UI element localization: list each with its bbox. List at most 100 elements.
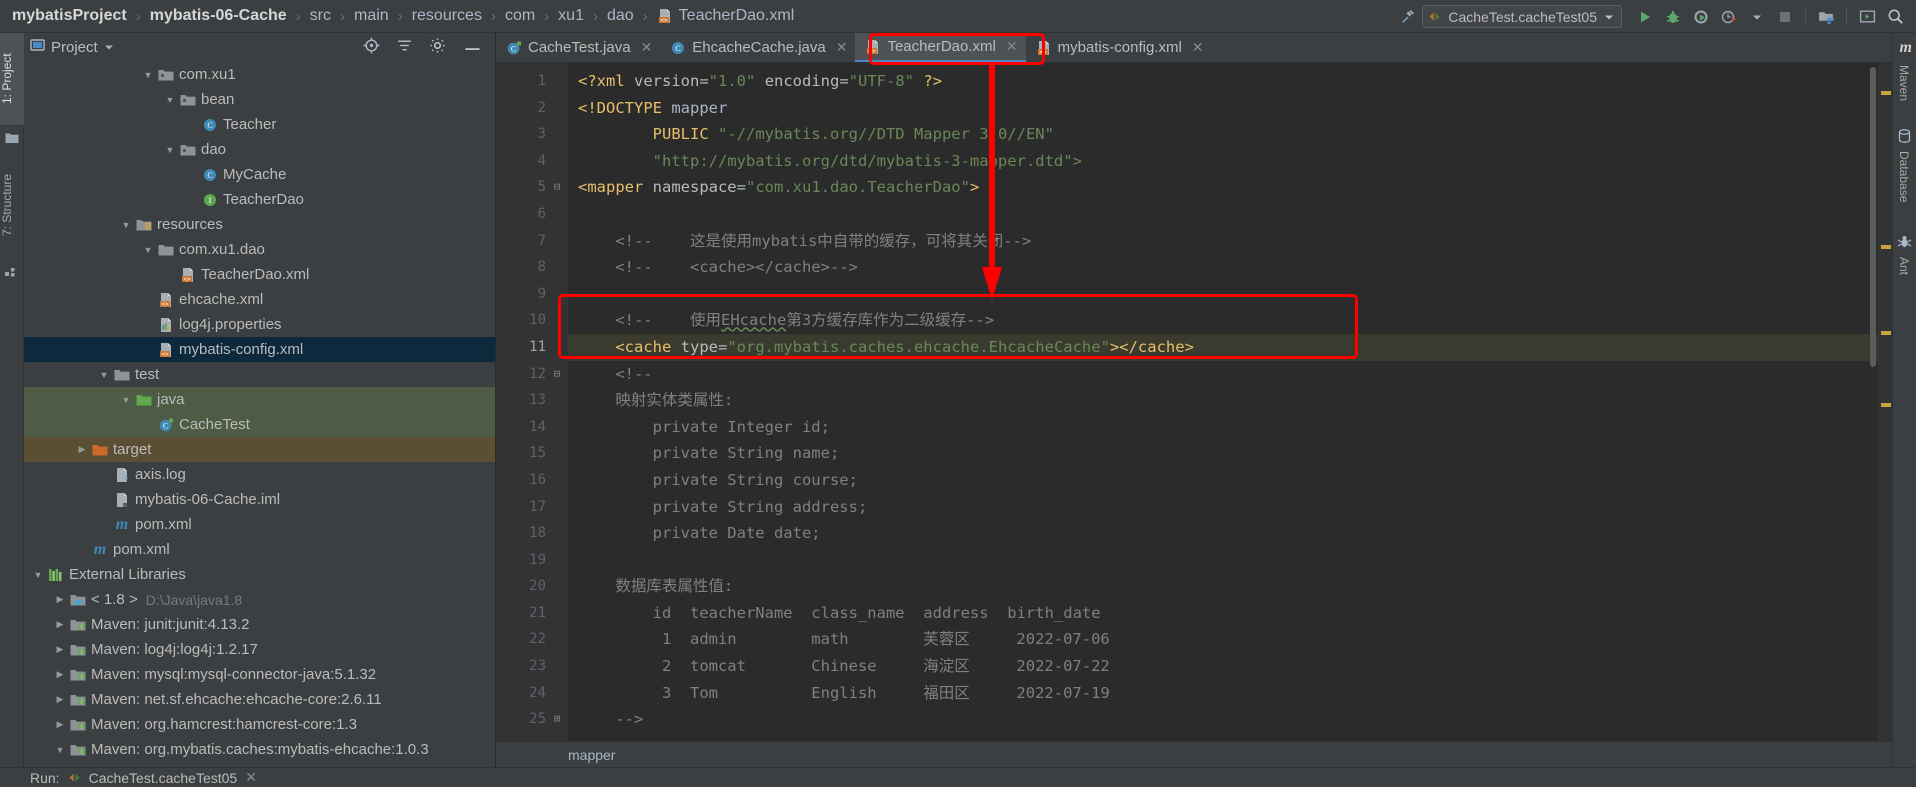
code-line[interactable]: <mapper namespace="com.xu1.dao.TeacherDa… — [568, 174, 1878, 201]
project-structure-icon[interactable] — [1813, 4, 1839, 30]
tree-node-axis.log[interactable]: ? axis.log — [24, 462, 495, 487]
close-icon[interactable]: ✕ — [1006, 38, 1018, 55]
run-configuration-selector[interactable]: CacheTest.cacheTest05 — [1422, 5, 1622, 28]
close-icon[interactable]: ✕ — [245, 769, 257, 786]
search-icon[interactable] — [1882, 4, 1908, 30]
code-line[interactable]: --> — [568, 706, 1878, 733]
breadcrumb-item-file[interactable]: <> TeacherDao.xml — [657, 7, 794, 25]
chevron-down-icon[interactable] — [104, 39, 114, 57]
hide-icon[interactable] — [464, 39, 481, 57]
collapse-all-icon[interactable] — [396, 37, 413, 59]
code-line[interactable] — [568, 201, 1878, 228]
build-icon[interactable] — [1394, 4, 1420, 30]
tree-node-com.xu1[interactable]: ▼ com.xu1 — [24, 62, 495, 87]
right-tab-database[interactable]: Database — [1892, 145, 1916, 227]
code-line[interactable]: PUBLIC "-//mybatis.org//DTD Mapper 3.0//… — [568, 121, 1878, 148]
sidebar-tab-project[interactable]: 1: Project — [0, 33, 24, 125]
warning-marker[interactable] — [1881, 245, 1891, 249]
right-tab-ant[interactable]: Ant — [1892, 251, 1916, 291]
breadcrumb-item-dao[interactable]: dao — [607, 7, 634, 25]
chevron-down-icon[interactable]: ▼ — [30, 570, 46, 580]
chevron-down-icon[interactable]: ▼ — [162, 145, 178, 155]
tree-node-maven-org.mybatis.caches-mybatis-ehcache-1.0.3[interactable]: ▼ Maven: org.mybatis.caches:mybatis-ehcac… — [24, 737, 495, 762]
project-tree[interactable]: ▼ com.xu1 ▼ bean C Teacher ▼ dao C MyCache I Teache… — [24, 62, 495, 768]
tree-node--1.8-[interactable]: ▶ < 1.8 > D:\Java\java1.8 — [24, 587, 495, 612]
tree-node-com.xu1.dao[interactable]: ▼ com.xu1.dao — [24, 237, 495, 262]
breadcrumb-item-mybatis-06-cache[interactable]: mybatis-06-Cache — [150, 7, 287, 25]
chevron-down-icon[interactable]: ▼ — [52, 745, 68, 755]
code-line[interactable]: 1 admin math 芙蓉区 2022-07-06 — [568, 626, 1878, 653]
breadcrumb-item-mybatisproject[interactable]: mybatisProject — [12, 7, 127, 25]
code-line[interactable]: 2 tomcat Chinese 海淀区 2022-07-22 — [568, 653, 1878, 680]
close-icon[interactable]: ✕ — [641, 39, 653, 56]
breadcrumb-item-src[interactable]: src — [310, 7, 331, 25]
code-line[interactable]: id teacherName class_name address birth_… — [568, 600, 1878, 627]
fold-expand-icon[interactable]: ⊞ — [551, 706, 563, 733]
code-line[interactable]: <!-- <cache></cache>--> — [568, 254, 1878, 281]
editor-tabs[interactable]: C CacheTest.java ✕ C EhcacheCache.java ✕ <> Tea… — [496, 33, 1892, 63]
warning-marker[interactable] — [1881, 91, 1891, 95]
chevron-down-icon[interactable]: ▼ — [96, 370, 112, 380]
tree-node-teacherdao.xml[interactable]: <> TeacherDao.xml — [24, 262, 495, 287]
run-bar-config-name[interactable]: CacheTest.cacheTest05 — [89, 770, 238, 786]
chevron-right-icon[interactable]: ▶ — [52, 619, 68, 630]
code-line[interactable] — [568, 547, 1878, 574]
tree-node-maven-org.hamcrest-hamcrest-core-1.3[interactable]: ▶ Maven: org.hamcrest:hamcrest-core:1.3 — [24, 712, 495, 737]
tree-node-maven-junit-junit-4.13.2[interactable]: ▶ Maven: junit:junit:4.13.2 — [24, 612, 495, 637]
chevron-right-icon[interactable]: ▶ — [52, 644, 68, 655]
editor-scrollbar-thumb[interactable] — [1870, 67, 1876, 367]
chevron-right-icon[interactable]: ▶ — [52, 669, 68, 680]
warning-marker[interactable] — [1881, 331, 1891, 335]
editor-tab-mybatis-config-xml[interactable]: <> mybatis-config.xml ✕ — [1026, 33, 1212, 62]
code-line[interactable]: <cache type="org.mybatis.caches.ehcache.… — [568, 333, 1878, 361]
debug-icon[interactable] — [1660, 4, 1686, 30]
chevron-right-icon[interactable]: ▶ — [52, 594, 68, 605]
close-icon[interactable]: ✕ — [836, 39, 848, 56]
tree-node-pom.xml[interactable]: m pom.xml — [24, 512, 495, 537]
code-line[interactable]: <!-- — [568, 361, 1878, 388]
breadcrumb-item-com[interactable]: com — [505, 7, 535, 25]
code-line[interactable]: 映射实体类属性: — [568, 387, 1878, 414]
code-line[interactable]: 3 Tom English 福田区 2022-07-19 — [568, 680, 1878, 707]
tree-node-target[interactable]: ▶ target — [24, 437, 495, 462]
code-line[interactable]: <!-- 使用EHcache第3方缓存库作为二级缓存--> — [568, 307, 1878, 334]
tree-node-pom.xml[interactable]: m pom.xml — [24, 537, 495, 562]
warning-marker[interactable] — [1881, 403, 1891, 407]
code-line[interactable] — [568, 281, 1878, 308]
chevron-down-icon[interactable]: ▼ — [162, 95, 178, 105]
tree-node-mycache[interactable]: C MyCache — [24, 162, 495, 187]
code-content[interactable]: <?xml version="1.0" encoding="UTF-8" ?> <… — [568, 63, 1878, 741]
tree-node-test[interactable]: ▼ test — [24, 362, 495, 387]
locate-icon[interactable] — [363, 37, 380, 59]
tree-node-java[interactable]: ▼ java — [24, 387, 495, 412]
code-line[interactable]: 数据库表属性值: — [568, 573, 1878, 600]
breadcrumb-item-main[interactable]: main — [354, 7, 389, 25]
tree-node-maven-log4j-log4j-1.2.17[interactable]: ▶ Maven: log4j:log4j:1.2.17 — [24, 637, 495, 662]
code-line[interactable]: private String name; — [568, 440, 1878, 467]
tree-node-maven-net.sf.ehcache-ehcache-core-2.6.11[interactable]: ▶ Maven: net.sf.ehcache:ehcache-core:2.6.… — [24, 687, 495, 712]
error-marker-bar[interactable] — [1878, 63, 1892, 741]
tree-node-external-libraries[interactable]: ▼ External Libraries — [24, 562, 495, 587]
chevron-down-icon[interactable]: ▼ — [140, 70, 156, 80]
chevron-down-icon[interactable]: ▼ — [140, 245, 156, 255]
fold-collapse-icon[interactable]: ⊟ — [551, 174, 563, 201]
profile-icon[interactable] — [1716, 4, 1742, 30]
run-icon[interactable] — [1632, 4, 1658, 30]
code-view[interactable]: 1 2 3 4 5 ⊟ 6 7 8 9 10 11 12 ⊟ 13 14 15 16 17 18 19 20 21 22 23 2… — [496, 63, 1892, 741]
tree-node-maven-mysql-mysql-connector-java-5.1.32[interactable]: ▶ Maven: mysql:mysql-connector-java:5.1.3… — [24, 662, 495, 687]
code-line[interactable]: private Date date; — [568, 520, 1878, 547]
gear-icon[interactable] — [429, 37, 446, 59]
code-line[interactable]: "http://mybatis.org/dtd/mybatis-3-mapper… — [568, 148, 1878, 175]
breadcrumb-item-resources[interactable]: resources — [412, 7, 482, 25]
breadcrumb[interactable]: mybatisProject › mybatis-06-Cache › src › main… — [0, 0, 794, 33]
code-line[interactable]: private String course; — [568, 467, 1878, 494]
chevron-down-icon[interactable]: ▼ — [118, 395, 134, 405]
stop-icon[interactable] — [1772, 4, 1798, 30]
tree-node-ehcache.xml[interactable]: <> ehcache.xml — [24, 287, 495, 312]
tree-node-bean[interactable]: ▼ bean — [24, 87, 495, 112]
tree-node-log4j.properties[interactable]: log4j.properties — [24, 312, 495, 337]
code-line[interactable]: private String address; — [568, 494, 1878, 521]
chevron-right-icon[interactable]: ▶ — [52, 694, 68, 705]
chevron-right-icon[interactable]: ▶ — [74, 444, 90, 455]
tree-node-dao[interactable]: ▼ dao — [24, 137, 495, 162]
